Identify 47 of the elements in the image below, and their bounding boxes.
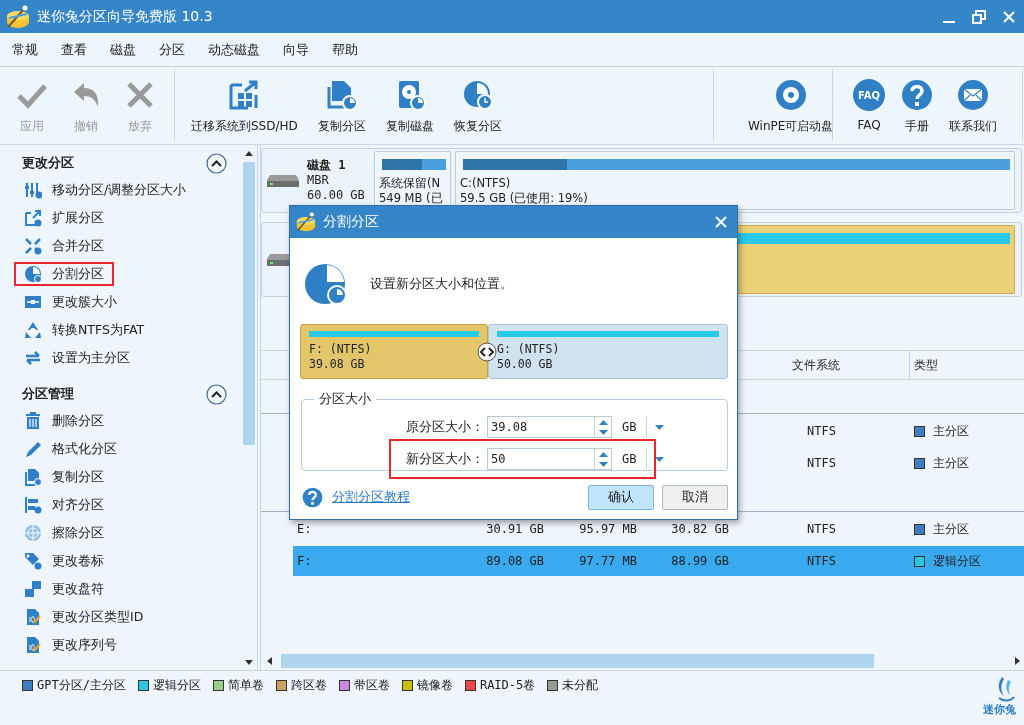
table-cell-text: 88.99 GB	[670, 554, 729, 568]
table-cell: 主分区	[933, 520, 969, 538]
table-cell: 主分区	[933, 454, 969, 472]
table-cell: 主分区	[933, 422, 969, 440]
table-cell-text: E:	[296, 522, 313, 536]
table-cell-text: 89.08 GB	[485, 554, 544, 568]
partition-label: F: (NTFS)	[309, 342, 373, 357]
brand-logo: 迷你兔	[983, 702, 1016, 717]
unit-label: GB	[621, 420, 638, 434]
table-cell-text: 97.77 MB	[578, 554, 637, 568]
partition-detail: 59.5 GB (已使用: 19%)	[460, 191, 589, 206]
legend-label: 镜像卷	[416, 676, 453, 694]
partition-label: G: (NTFS)	[497, 342, 561, 357]
legend-label: 逻辑分区	[152, 676, 201, 694]
partition-size: 39.08 GB	[309, 357, 366, 372]
disk-name: 磁盘 1	[307, 158, 347, 173]
dialog-title: 分割分区	[323, 213, 380, 231]
field-label: 新分区大小：	[405, 450, 485, 468]
table-cell: 逻辑分区	[933, 552, 981, 570]
group-title: 分区大小	[314, 391, 376, 408]
disk-scheme: MBR	[307, 173, 330, 188]
legend-label: RAID-5卷	[479, 676, 536, 694]
legend-label: 跨区卷	[290, 676, 327, 694]
legend-label: 未分配	[562, 676, 599, 694]
legend-label: 带区卷	[353, 676, 390, 694]
table-cell-text: NTFS	[806, 522, 837, 536]
table-cell-text: 95.97 MB	[578, 522, 637, 536]
legend-label: 简单卷	[227, 676, 264, 694]
legend-label: GPT分区/主分区	[37, 676, 126, 694]
partition-label: C:(NTFS)	[460, 176, 512, 191]
disk-size: 60.00 GB	[307, 188, 365, 203]
table-cell-text: NTFS	[806, 554, 837, 568]
faq-icon: FAQ	[853, 79, 885, 111]
dialog-message: 设置新分区大小和位置。	[370, 275, 513, 293]
section-title: 分区管理	[22, 385, 74, 403]
partition-size: 50.00 GB	[497, 357, 554, 372]
partition-label: 系统保留(N	[379, 176, 442, 191]
table-cell-text: 30.91 GB	[485, 522, 544, 536]
window-title: 迷你兔分区向导免费版 10.3	[37, 7, 214, 26]
table-cell-text: 30.82 GB	[670, 522, 729, 536]
field-label: 原分区大小：	[405, 418, 485, 436]
section-title: 更改分区	[22, 154, 74, 172]
table-cell-text: F:	[296, 554, 313, 568]
unit-label: GB	[621, 452, 638, 466]
partition-detail: 549 MB (已	[379, 191, 444, 206]
table-cell-text: NTFS	[806, 424, 837, 438]
table-cell-text: NTFS	[806, 456, 837, 470]
